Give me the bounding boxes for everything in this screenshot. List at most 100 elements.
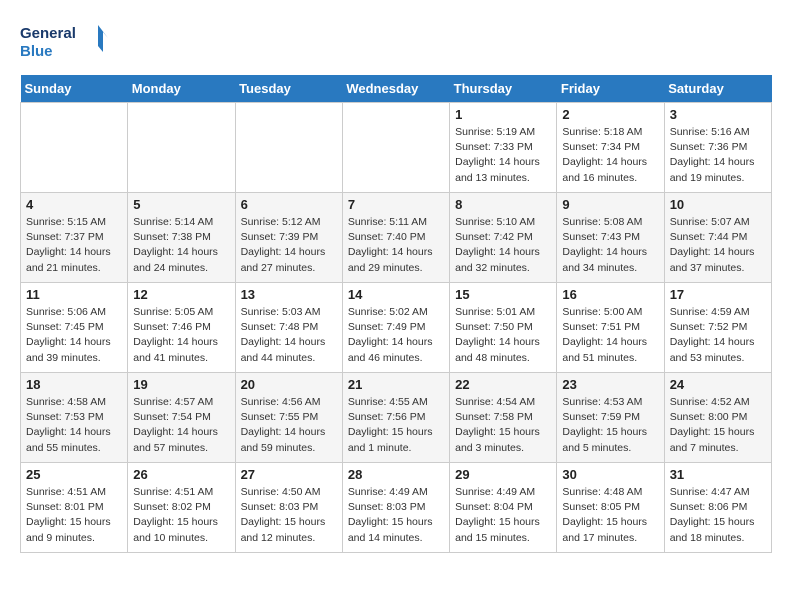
day-info: Sunrise: 4:59 AM Sunset: 7:52 PM Dayligh… (670, 305, 766, 366)
day-number: 13 (241, 287, 337, 302)
day-number: 20 (241, 377, 337, 392)
calendar-cell: 8Sunrise: 5:10 AM Sunset: 7:42 PM Daylig… (450, 193, 557, 283)
calendar-cell: 28 Sunrise: 4:49 AM Sunset: 8:03 PM Dayli… (342, 463, 449, 553)
calendar-cell (235, 103, 342, 193)
calendar-cell: 25 Sunrise: 4:51 AM Sunset: 8:01 PM Dayli… (21, 463, 128, 553)
weekday-header: Sunday (21, 75, 128, 103)
day-number: 19 (133, 377, 229, 392)
calendar-cell: 5Sunrise: 5:14 AM Sunset: 7:38 PM Daylig… (128, 193, 235, 283)
day-info: Sunrise: 4:53 AM Sunset: 7:59 PM Dayligh… (562, 395, 658, 456)
calendar-cell: 24 Sunrise: 4:52 AM Sunset: 8:00 PM Dayli… (664, 373, 771, 463)
calendar-cell: 7 Sunrise: 5:11 AM Sunset: 7:40 PM Daylig… (342, 193, 449, 283)
day-info: Sunrise: 5:05 AM Sunset: 7:46 PM Dayligh… (133, 305, 229, 366)
day-info: Sunrise: 4:47 AM Sunset: 8:06 PM Dayligh… (670, 485, 766, 546)
day-number: 7 (348, 197, 444, 212)
day-info: Sunrise: 4:48 AM Sunset: 8:05 PM Dayligh… (562, 485, 658, 546)
day-number: 24 (670, 377, 766, 392)
calendar-cell: 11 Sunrise: 5:06 AM Sunset: 7:45 PM Dayli… (21, 283, 128, 373)
day-info: Sunrise: 4:49 AM Sunset: 8:04 PM Dayligh… (455, 485, 551, 546)
calendar-cell (21, 103, 128, 193)
day-number: 12 (133, 287, 229, 302)
weekday-header: Tuesday (235, 75, 342, 103)
day-number: 31 (670, 467, 766, 482)
day-number: 2 (562, 107, 658, 122)
weekday-header-row: SundayMondayTuesdayWednesdayThursdayFrid… (21, 75, 772, 103)
day-info: Sunrise: 5:06 AM Sunset: 7:45 PM Dayligh… (26, 305, 122, 366)
calendar-cell: 15Sunrise: 5:01 AM Sunset: 7:50 PM Dayli… (450, 283, 557, 373)
calendar-cell: 17Sunrise: 4:59 AM Sunset: 7:52 PM Dayli… (664, 283, 771, 373)
page-header: General Blue (20, 20, 772, 65)
day-info: Sunrise: 4:51 AM Sunset: 8:01 PM Dayligh… (26, 485, 122, 546)
calendar-cell (128, 103, 235, 193)
day-number: 15 (455, 287, 551, 302)
calendar-cell: 23 Sunrise: 4:53 AM Sunset: 7:59 PM Dayli… (557, 373, 664, 463)
day-number: 28 (348, 467, 444, 482)
calendar-table: SundayMondayTuesdayWednesdayThursdayFrid… (20, 75, 772, 553)
calendar-cell: 14 Sunrise: 5:02 AM Sunset: 7:49 PM Dayli… (342, 283, 449, 373)
weekday-header: Thursday (450, 75, 557, 103)
day-info: Sunrise: 4:56 AM Sunset: 7:55 PM Dayligh… (241, 395, 337, 456)
calendar-week-row: 11 Sunrise: 5:06 AM Sunset: 7:45 PM Dayli… (21, 283, 772, 373)
day-number: 14 (348, 287, 444, 302)
day-number: 26 (133, 467, 229, 482)
calendar-cell: 1Sunrise: 5:19 AM Sunset: 7:33 PM Daylig… (450, 103, 557, 193)
calendar-cell: 6Sunrise: 5:12 AM Sunset: 7:39 PM Daylig… (235, 193, 342, 283)
calendar-cell: 21 Sunrise: 4:55 AM Sunset: 7:56 PM Dayli… (342, 373, 449, 463)
day-number: 16 (562, 287, 658, 302)
calendar-cell: 16Sunrise: 5:00 AM Sunset: 7:51 PM Dayli… (557, 283, 664, 373)
calendar-cell: 12 Sunrise: 5:05 AM Sunset: 7:46 PM Dayli… (128, 283, 235, 373)
weekday-header: Saturday (664, 75, 771, 103)
calendar-cell: 22 Sunrise: 4:54 AM Sunset: 7:58 PM Dayli… (450, 373, 557, 463)
day-number: 6 (241, 197, 337, 212)
day-info: Sunrise: 4:54 AM Sunset: 7:58 PM Dayligh… (455, 395, 551, 456)
day-info: Sunrise: 4:51 AM Sunset: 8:02 PM Dayligh… (133, 485, 229, 546)
day-info: Sunrise: 5:19 AM Sunset: 7:33 PM Dayligh… (455, 125, 551, 186)
calendar-cell (342, 103, 449, 193)
calendar-cell: 4Sunrise: 5:15 AM Sunset: 7:37 PM Daylig… (21, 193, 128, 283)
day-info: Sunrise: 5:02 AM Sunset: 7:49 PM Dayligh… (348, 305, 444, 366)
calendar-cell: 3Sunrise: 5:16 AM Sunset: 7:36 PM Daylig… (664, 103, 771, 193)
day-info: Sunrise: 5:18 AM Sunset: 7:34 PM Dayligh… (562, 125, 658, 186)
logo-svg: General Blue (20, 20, 110, 65)
day-number: 9 (562, 197, 658, 212)
logo: General Blue (20, 20, 110, 65)
day-info: Sunrise: 5:11 AM Sunset: 7:40 PM Dayligh… (348, 215, 444, 276)
day-number: 10 (670, 197, 766, 212)
day-info: Sunrise: 5:10 AM Sunset: 7:42 PM Dayligh… (455, 215, 551, 276)
calendar-cell: 29 Sunrise: 4:49 AM Sunset: 8:04 PM Dayli… (450, 463, 557, 553)
day-number: 25 (26, 467, 122, 482)
day-number: 18 (26, 377, 122, 392)
day-info: Sunrise: 4:49 AM Sunset: 8:03 PM Dayligh… (348, 485, 444, 546)
day-info: Sunrise: 4:52 AM Sunset: 8:00 PM Dayligh… (670, 395, 766, 456)
calendar-week-row: 1Sunrise: 5:19 AM Sunset: 7:33 PM Daylig… (21, 103, 772, 193)
weekday-header: Monday (128, 75, 235, 103)
day-info: Sunrise: 5:07 AM Sunset: 7:44 PM Dayligh… (670, 215, 766, 276)
svg-text:Blue: Blue (20, 43, 53, 60)
calendar-week-row: 4Sunrise: 5:15 AM Sunset: 7:37 PM Daylig… (21, 193, 772, 283)
day-number: 3 (670, 107, 766, 122)
day-number: 22 (455, 377, 551, 392)
day-info: Sunrise: 5:15 AM Sunset: 7:37 PM Dayligh… (26, 215, 122, 276)
calendar-cell: 13 Sunrise: 5:03 AM Sunset: 7:48 PM Dayli… (235, 283, 342, 373)
calendar-cell: 9 Sunrise: 5:08 AM Sunset: 7:43 PM Daylig… (557, 193, 664, 283)
day-info: Sunrise: 4:58 AM Sunset: 7:53 PM Dayligh… (26, 395, 122, 456)
svg-text:General: General (20, 25, 76, 42)
calendar-cell: 10 Sunrise: 5:07 AM Sunset: 7:44 PM Dayli… (664, 193, 771, 283)
weekday-header: Wednesday (342, 75, 449, 103)
day-info: Sunrise: 4:55 AM Sunset: 7:56 PM Dayligh… (348, 395, 444, 456)
day-info: Sunrise: 5:08 AM Sunset: 7:43 PM Dayligh… (562, 215, 658, 276)
day-info: Sunrise: 4:50 AM Sunset: 8:03 PM Dayligh… (241, 485, 337, 546)
calendar-cell: 27Sunrise: 4:50 AM Sunset: 8:03 PM Dayli… (235, 463, 342, 553)
day-number: 11 (26, 287, 122, 302)
calendar-cell: 30Sunrise: 4:48 AM Sunset: 8:05 PM Dayli… (557, 463, 664, 553)
calendar-cell: 18 Sunrise: 4:58 AM Sunset: 7:53 PM Dayli… (21, 373, 128, 463)
day-info: Sunrise: 4:57 AM Sunset: 7:54 PM Dayligh… (133, 395, 229, 456)
calendar-cell: 26 Sunrise: 4:51 AM Sunset: 8:02 PM Dayli… (128, 463, 235, 553)
calendar-week-row: 25 Sunrise: 4:51 AM Sunset: 8:01 PM Dayli… (21, 463, 772, 553)
calendar-week-row: 18 Sunrise: 4:58 AM Sunset: 7:53 PM Dayli… (21, 373, 772, 463)
calendar-cell: 2 Sunrise: 5:18 AM Sunset: 7:34 PM Daylig… (557, 103, 664, 193)
day-number: 29 (455, 467, 551, 482)
day-info: Sunrise: 5:03 AM Sunset: 7:48 PM Dayligh… (241, 305, 337, 366)
day-number: 21 (348, 377, 444, 392)
day-number: 23 (562, 377, 658, 392)
